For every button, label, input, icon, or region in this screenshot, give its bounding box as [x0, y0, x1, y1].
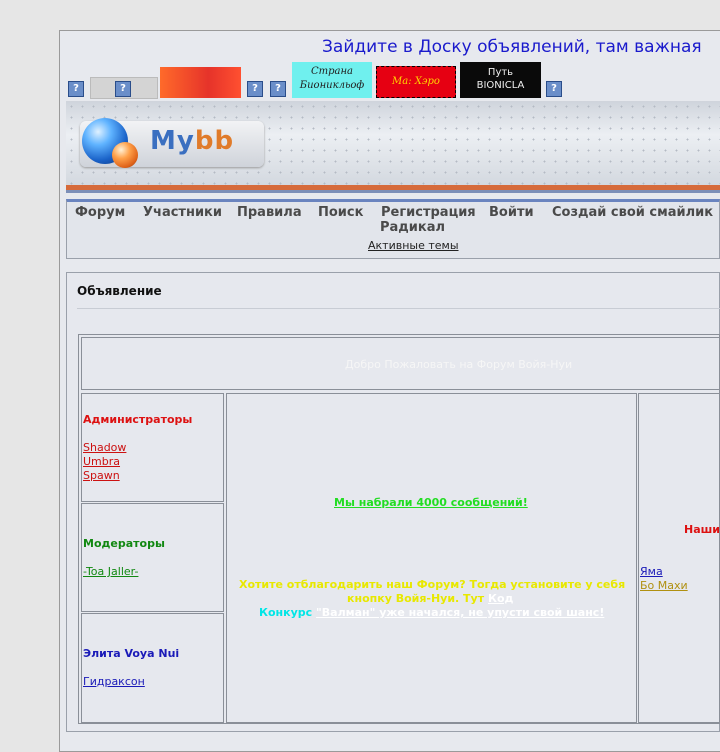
- admin-link-spawn[interactable]: Spawn: [83, 469, 120, 482]
- center-cell: [226, 393, 637, 723]
- header-stripe-blue: [66, 190, 720, 193]
- banner-cyan-text: Страна Бионикльоф: [299, 66, 365, 91]
- thanks-line-2: кнопку Войя-Нуи. Тут Код: [347, 592, 513, 605]
- banner-red-gradient[interactable]: [160, 67, 241, 98]
- nav-create-smiley[interactable]: Создай свой смайлик: [552, 205, 713, 220]
- broken-image-icon[interactable]: ?: [546, 81, 562, 97]
- contest-label: Конкурс: [259, 606, 313, 619]
- thanks-line-2-text: кнопку Войя-Нуи. Тут: [347, 592, 485, 605]
- nav-rules[interactable]: Правила: [237, 205, 302, 220]
- mod-link-toa-jaller[interactable]: -Toa Jaller-: [83, 565, 138, 578]
- elite-title: Элита Voya Nui: [83, 647, 180, 660]
- nav-radikal[interactable]: Радикал: [380, 220, 445, 235]
- mods-title: Модераторы: [83, 537, 165, 550]
- contest-link[interactable]: "Валман" уже начался, не упусти свой шан…: [316, 606, 604, 619]
- banner-ma-hero[interactable]: Ма: Хэро: [376, 66, 456, 98]
- nav-members[interactable]: Участники: [143, 205, 222, 220]
- active-topics-link[interactable]: Активные темы: [368, 239, 459, 252]
- broken-image-icon[interactable]: ?: [247, 81, 263, 97]
- right-group-title: Наши: [684, 523, 720, 536]
- elite-cell: [81, 613, 224, 723]
- right-cell: [638, 393, 720, 723]
- thanks-line-1: Хотите отблагодарить наш Форум? Тогда ус…: [239, 578, 626, 591]
- broken-image-icon[interactable]: ?: [115, 81, 131, 97]
- banner-strana-bionikl[interactable]: Страна Бионикльоф: [292, 62, 372, 98]
- right-link-bo-mahi[interactable]: Бо Махи: [640, 579, 688, 592]
- banner-black-text: Путь BIONICLA: [476, 67, 525, 91]
- marquee-announcement[interactable]: Зайдите в Доску объявлений, там важная: [322, 37, 702, 57]
- nav-login[interactable]: Войти: [489, 205, 534, 220]
- msg-4000-posts[interactable]: Мы набрали 4000 сообщений!: [334, 496, 528, 509]
- right-link-yama[interactable]: Яма: [640, 565, 663, 578]
- mods-cell: [81, 503, 224, 612]
- announcement-divider: [77, 308, 720, 309]
- site-logo[interactable]: Mybb: [150, 126, 234, 156]
- admins-title: Администраторы: [83, 413, 193, 426]
- contest-line: Конкурс "Валман" уже начался, не упусти …: [259, 606, 604, 619]
- logo-my: My: [150, 126, 195, 156]
- logo-small-sphere-icon: [112, 142, 138, 168]
- admin-link-umbra[interactable]: Umbra: [83, 455, 120, 468]
- broken-image-icon[interactable]: ?: [270, 81, 286, 97]
- announcement-title: Объявление: [77, 284, 162, 298]
- nav-search[interactable]: Поиск: [318, 205, 363, 220]
- code-link[interactable]: Код: [488, 592, 513, 605]
- admin-link-shadow[interactable]: Shadow: [83, 441, 126, 454]
- welcome-text: Добро Пожаловать на Форум Войя-Нуи: [345, 358, 573, 371]
- banner-red-text: Ма: Хэро: [392, 76, 440, 87]
- banner-put-bionicla[interactable]: Путь BIONICLA: [460, 62, 541, 98]
- elite-link-gidrakson[interactable]: Гидраксон: [83, 675, 145, 688]
- nav-forum[interactable]: Форум: [75, 205, 125, 220]
- nav-register[interactable]: Регистрация: [381, 205, 476, 220]
- broken-image-icon[interactable]: ?: [68, 81, 84, 97]
- logo-bb: bb: [194, 126, 235, 156]
